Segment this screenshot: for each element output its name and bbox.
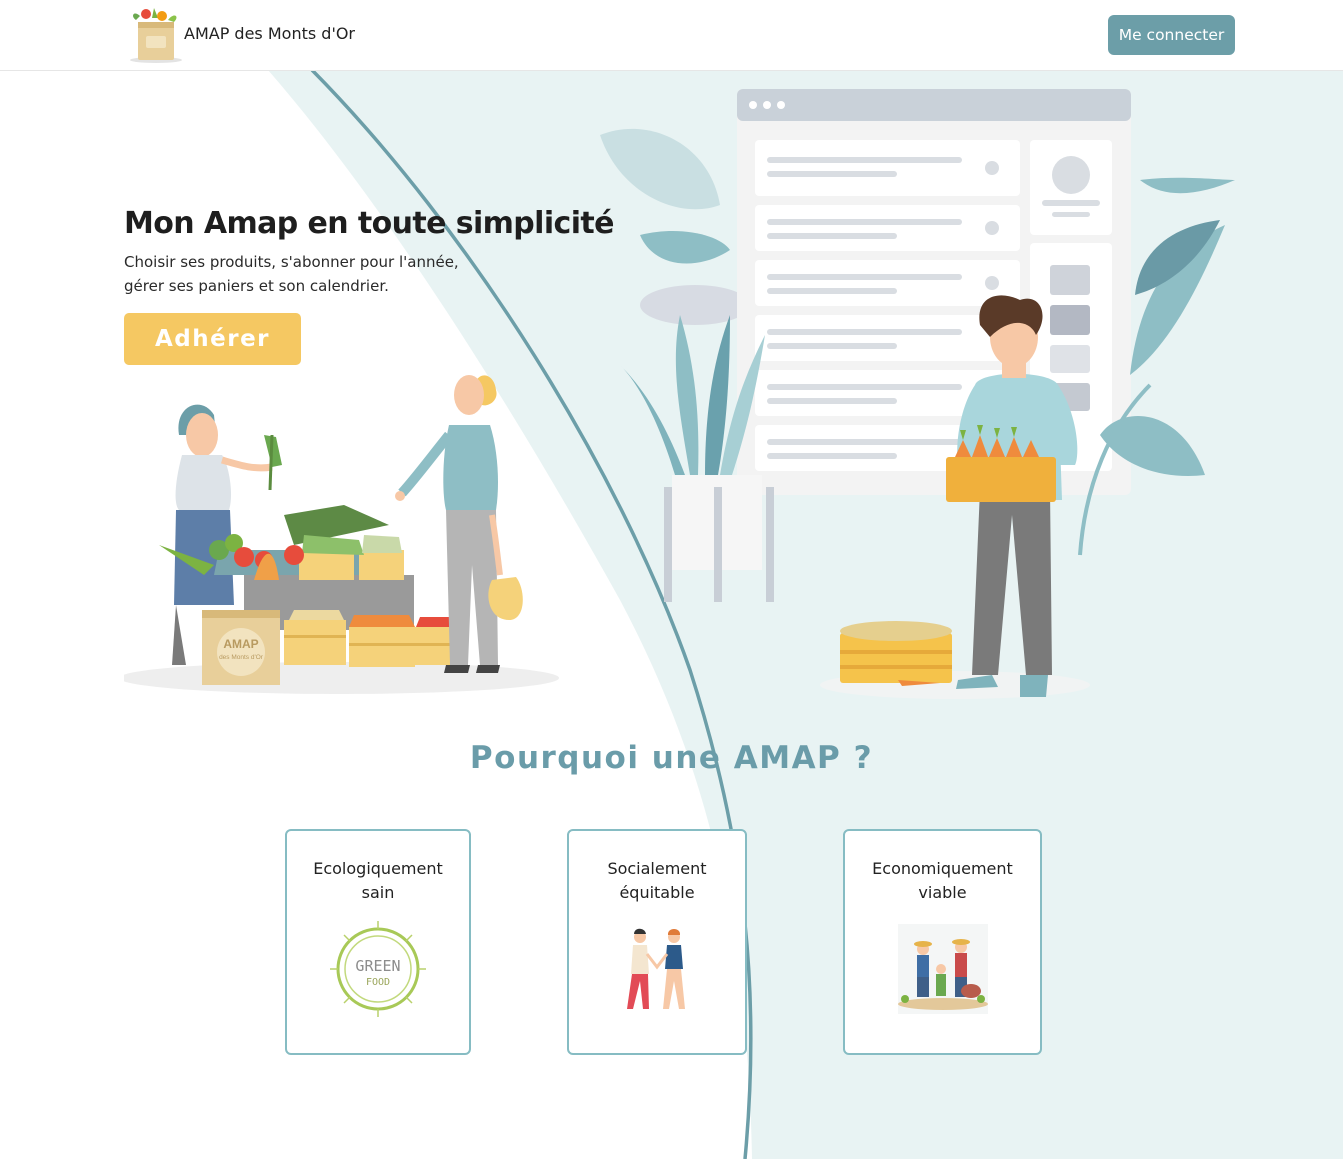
amap-logo-icon[interactable]: [124, 6, 184, 64]
farmer-family-icon: [897, 924, 988, 1014]
card-economy-title-line-2: viable: [918, 883, 967, 902]
card-social-title-line-1: Socialement: [607, 859, 707, 878]
card-ecology[interactable]: Ecologiquement sain GREEN FOOD: [285, 829, 471, 1055]
hero-subtitle-line-1: Choisir ses produits, s'abonner pour l'a…: [124, 253, 459, 271]
market-stall-illustration: AMAP des Monts d'Or: [124, 375, 559, 694]
hero-title: Mon Amap en toute simplicité: [124, 206, 614, 241]
card-ecology-title-line-2: sain: [361, 883, 395, 902]
green-food-text-bottom: FOOD: [366, 977, 390, 988]
app-window-illustration: [600, 89, 1235, 699]
card-social[interactable]: Socialement équitable: [567, 829, 747, 1055]
card-economy-title-line-1: Economiquement: [872, 859, 1013, 878]
bag-label-top: AMAP: [223, 637, 258, 651]
card-social-title: Socialement équitable: [575, 857, 739, 905]
card-social-title-line-2: équitable: [619, 883, 695, 902]
site-header: AMAP des Monts d'Or Me connecter: [0, 0, 1343, 71]
card-economy[interactable]: Economiquement viable: [843, 829, 1042, 1055]
bag-label-bottom: des Monts d'Or: [219, 654, 264, 661]
card-ecology-title-line-1: Ecologiquement: [313, 859, 443, 878]
hero-subtitle-line-2: gérer ses paniers et son calendrier.: [124, 277, 389, 295]
join-button[interactable]: Adhérer: [124, 313, 301, 365]
handshake-people-icon: [627, 928, 685, 1009]
card-economy-title: Economiquement viable: [851, 857, 1034, 905]
card-ecology-title: Ecologiquement sain: [293, 857, 463, 905]
green-food-badge-icon: GREEN FOOD: [330, 921, 426, 1017]
hero-subtitle: Choisir ses produits, s'abonner pour l'a…: [124, 250, 504, 298]
site-name[interactable]: AMAP des Monts d'Or: [184, 24, 355, 43]
why-section-title: Pourquoi une AMAP ?: [469, 740, 874, 776]
green-food-text-top: GREEN: [355, 957, 400, 975]
login-button[interactable]: Me connecter: [1108, 15, 1235, 55]
